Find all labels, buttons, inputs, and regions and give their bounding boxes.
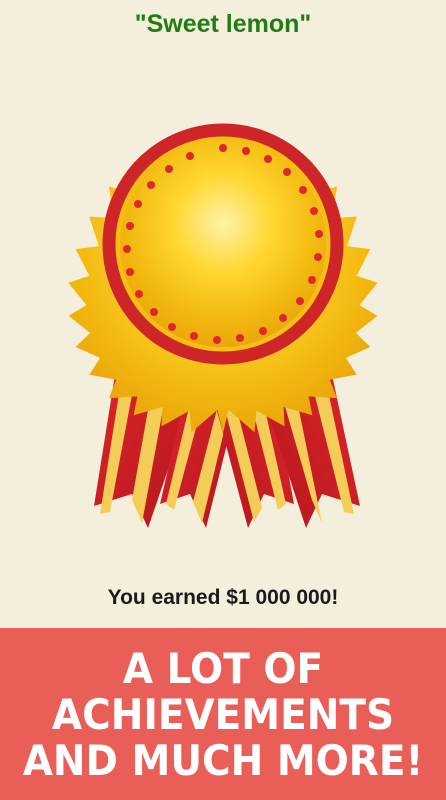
- promo-line-1: A LOT OF: [122, 645, 324, 694]
- promo-line-3: AND MUCH MORE!: [22, 737, 424, 786]
- achievement-title: "Sweet lemon": [134, 10, 312, 38]
- reward-message: You earned $1 000 000!: [107, 586, 339, 609]
- award-badge-icon: [42, 74, 404, 528]
- seal-inner-disc: [120, 141, 326, 347]
- promo-banner: A LOT OF ACHIEVEMENTS AND MUCH MORE!: [0, 628, 446, 800]
- promo-line-2: ACHIEVEMENTS: [51, 691, 395, 740]
